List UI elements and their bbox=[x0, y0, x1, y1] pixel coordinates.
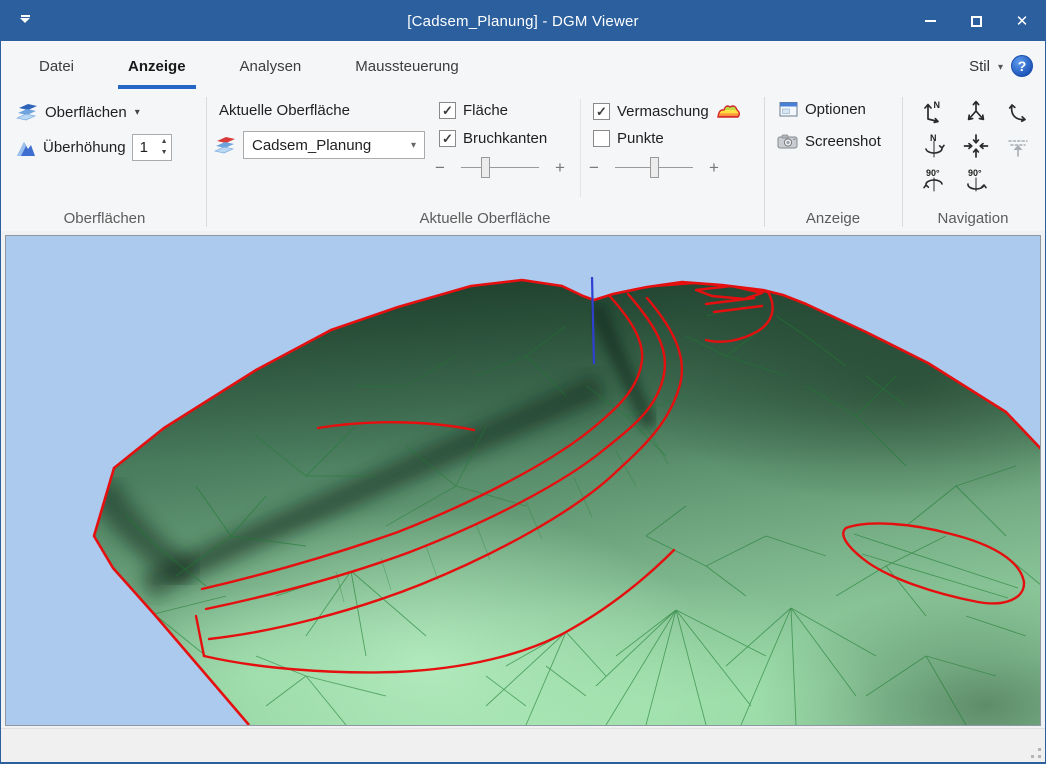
tab-maussteuerung[interactable]: Maussteuerung bbox=[335, 41, 478, 91]
tab-anzeige[interactable]: Anzeige bbox=[108, 41, 206, 91]
stepper-down-icon: ▼ bbox=[161, 150, 168, 156]
slider-minus[interactable]: − bbox=[433, 158, 447, 178]
checkbox-unchecked bbox=[593, 130, 610, 147]
zoom-center-button[interactable] bbox=[961, 132, 991, 160]
checkbox-checked-icon: ✓ bbox=[439, 102, 456, 119]
group-label: Anzeige bbox=[765, 210, 901, 227]
style-dropdown-icon[interactable]: ▾ bbox=[998, 62, 1003, 73]
exaggeration-stepper[interactable]: 1 ▲▼ bbox=[132, 134, 172, 161]
tab-datei[interactable]: Datei bbox=[19, 41, 94, 91]
style-selector[interactable]: Stil bbox=[969, 58, 990, 75]
group-label: Navigation bbox=[903, 210, 1043, 227]
current-surface-stack-icon bbox=[213, 134, 237, 156]
svg-text:90°: 90° bbox=[926, 168, 940, 178]
group-label: Oberflächen bbox=[3, 210, 206, 227]
punkte-size-slider[interactable]: − + bbox=[587, 157, 721, 178]
slider-thumb[interactable] bbox=[650, 157, 659, 178]
surfaces-dropdown-button[interactable]: Oberflächen ▾ bbox=[15, 102, 140, 122]
app-window: [Cadsem_Planung] - DGM Viewer ✕ Datei An… bbox=[0, 0, 1046, 764]
slider-plus[interactable]: + bbox=[707, 158, 721, 178]
rotate-90-ccw-button[interactable]: 90° bbox=[919, 166, 949, 194]
checkbox-punkte[interactable]: Punkte bbox=[593, 130, 664, 147]
bruchkanten-width-slider[interactable]: − + bbox=[433, 157, 567, 178]
group-oberflaechen: Oberflächen ▾ Überhöhung 1 ▲▼ Oberfläche… bbox=[3, 91, 206, 231]
dropdown-caret-icon: ▾ bbox=[135, 107, 140, 118]
screenshot-button[interactable]: Screenshot bbox=[777, 133, 881, 150]
resize-grip-icon[interactable] bbox=[1031, 748, 1041, 758]
group-anzeige: Optionen Screenshot Anzeige bbox=[765, 91, 901, 231]
title-bar: [Cadsem_Planung] - DGM Viewer ✕ bbox=[1, 1, 1045, 41]
group-navigation: N N bbox=[903, 91, 1043, 231]
window-controls: ✕ bbox=[907, 1, 1045, 41]
isometric-view-button[interactable] bbox=[961, 98, 991, 126]
slider-minus[interactable]: − bbox=[587, 158, 601, 178]
status-bar bbox=[1, 728, 1045, 762]
window-title: [Cadsem_Planung] - DGM Viewer bbox=[1, 13, 1045, 30]
checkbox-checked-icon: ✓ bbox=[439, 130, 456, 147]
elevation-mode-button-disabled bbox=[1003, 132, 1033, 160]
svg-text:90°: 90° bbox=[968, 168, 982, 178]
rotate-to-north-button[interactable]: N bbox=[919, 132, 949, 160]
options-button[interactable]: Optionen bbox=[779, 101, 866, 118]
rotate-90-cw-button[interactable]: 90° bbox=[961, 166, 991, 194]
stepper-up-icon: ▲ bbox=[161, 139, 168, 145]
tab-analysen[interactable]: Analysen bbox=[220, 41, 322, 91]
help-icon[interactable]: ? bbox=[1011, 55, 1033, 77]
combo-caret-icon: ▾ bbox=[411, 140, 416, 151]
maximize-icon bbox=[971, 16, 982, 27]
terrain-3d-viewport[interactable] bbox=[5, 235, 1041, 726]
current-surface-header: Aktuelle Oberfläche bbox=[219, 102, 350, 119]
slider-plus[interactable]: + bbox=[553, 158, 567, 178]
screenshot-camera-icon bbox=[777, 133, 799, 150]
checkbox-bruchkanten[interactable]: ✓ Bruchkanten bbox=[439, 130, 547, 147]
checkbox-flaeche[interactable]: ✓ Fläche bbox=[439, 102, 508, 119]
terrain-scene bbox=[6, 236, 1041, 725]
maximize-button[interactable] bbox=[953, 1, 999, 41]
ribbon: Oberflächen ▾ Überhöhung 1 ▲▼ Oberfläche… bbox=[1, 91, 1045, 231]
group-aktuelle-oberflaeche: Aktuelle Oberfläche Cadsem_Planung ▾ ✓ F… bbox=[207, 91, 763, 231]
ribbon-tab-row: Datei Anzeige Analysen Maussteuerung Sti… bbox=[1, 41, 1045, 91]
close-icon: ✕ bbox=[1016, 12, 1029, 30]
svg-text:N: N bbox=[930, 133, 937, 143]
rotate-free-button[interactable] bbox=[1003, 98, 1033, 126]
slider-thumb[interactable] bbox=[481, 157, 490, 178]
close-button[interactable]: ✕ bbox=[999, 1, 1045, 41]
quick-access-toolbar-icon[interactable] bbox=[18, 15, 32, 27]
exaggeration-row: Überhöhung 1 ▲▼ bbox=[15, 134, 172, 161]
orient-north-button[interactable]: N bbox=[919, 98, 949, 126]
minimize-button[interactable] bbox=[907, 1, 953, 41]
checkbox-checked-icon: ✓ bbox=[593, 103, 610, 120]
exaggeration-mountain-icon bbox=[15, 138, 37, 158]
rainbow-surface-icon bbox=[716, 102, 742, 120]
options-window-icon bbox=[779, 101, 799, 118]
surface-select[interactable]: Cadsem_Planung ▾ bbox=[243, 131, 425, 159]
group-label: Aktuelle Oberfläche bbox=[207, 210, 763, 227]
surfaces-stack-icon bbox=[15, 102, 39, 122]
minimize-icon bbox=[925, 20, 936, 22]
checkbox-vermaschung[interactable]: ✓ Vermaschung bbox=[593, 102, 742, 120]
svg-text:N: N bbox=[934, 100, 941, 110]
